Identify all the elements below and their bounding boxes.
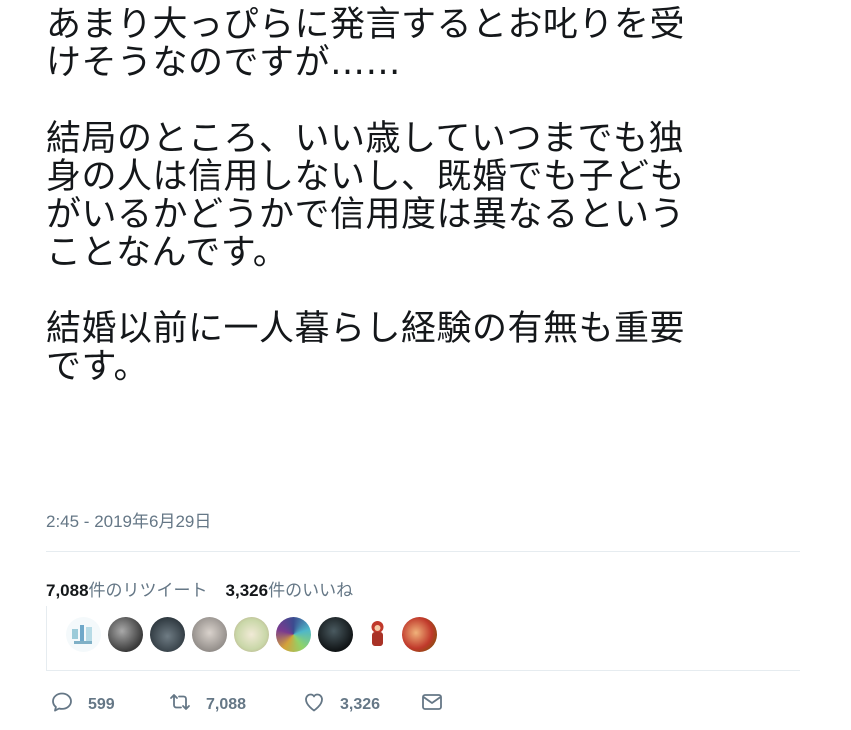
divider	[46, 551, 800, 552]
like-count: 3,326	[340, 695, 381, 713]
retweets-stat[interactable]: 7,088件のリツイート	[46, 576, 208, 601]
retweet-action[interactable]: 7,088	[168, 690, 302, 719]
tweet-stats: 7,088件のリツイート 3,326件のいいね	[46, 576, 353, 601]
reply-count: 599	[88, 695, 115, 713]
envelope-icon[interactable]	[420, 690, 444, 719]
tweet: あまり大っぴらに発言するとお叱りを受 けそうなのですが…… 結局のところ、いい歳…	[46, 0, 800, 713]
avatar[interactable]	[276, 617, 311, 652]
likes-stat-label: 件のいいね	[268, 581, 354, 600]
liker-avatars	[66, 617, 437, 652]
divider	[46, 670, 800, 671]
avatar[interactable]	[108, 617, 143, 652]
likes-stat[interactable]: 3,326件のいいね	[226, 576, 354, 601]
avatar[interactable]	[150, 617, 185, 652]
tweet-line: がいるかどうかで信用度は異なるという	[46, 195, 686, 235]
tweet-line: 結婚以前に一人暮らし経験の有無も重要	[46, 309, 686, 349]
tweet-line: 結局のところ、いい歳していつまでも独	[46, 119, 684, 159]
avatar[interactable]	[66, 617, 101, 652]
avatar[interactable]	[192, 617, 227, 652]
heart-icon[interactable]	[302, 690, 326, 719]
reply-action[interactable]: 599	[50, 690, 168, 719]
tweet-line: あまり大っぴらに発言するとお叱りを受	[46, 5, 686, 45]
tweet-line: です。	[46, 347, 150, 387]
tweet-line: 身の人は信用しないし、既婚でも子ども	[46, 157, 686, 197]
retweets-stat-count: 7,088	[46, 581, 89, 600]
retweet-icon[interactable]	[168, 690, 192, 719]
tweet-actions: 599 7,088 3,326	[50, 690, 444, 719]
like-action[interactable]: 3,326	[302, 690, 420, 719]
stats-border	[46, 606, 47, 670]
likes-stat-count: 3,326	[225, 581, 269, 600]
avatar[interactable]	[234, 617, 269, 652]
avatar[interactable]	[402, 617, 437, 652]
tweet-line: けそうなのですが……	[46, 43, 402, 83]
direct-message-action[interactable]	[420, 690, 444, 719]
retweets-stat-label: 件のリツイート	[88, 581, 208, 600]
tweet-text: あまり大っぴらに発言するとお叱りを受 けそうなのですが…… 結局のところ、いい歳…	[46, 6, 800, 386]
tweet-line: ことなんです。	[46, 233, 289, 273]
avatar[interactable]	[360, 617, 395, 652]
avatar[interactable]	[318, 617, 353, 652]
retweet-count: 7,088	[206, 695, 247, 713]
reply-icon[interactable]	[50, 690, 74, 719]
tweet-timestamp[interactable]: 2:45 - 2019年6月29日	[46, 507, 211, 532]
